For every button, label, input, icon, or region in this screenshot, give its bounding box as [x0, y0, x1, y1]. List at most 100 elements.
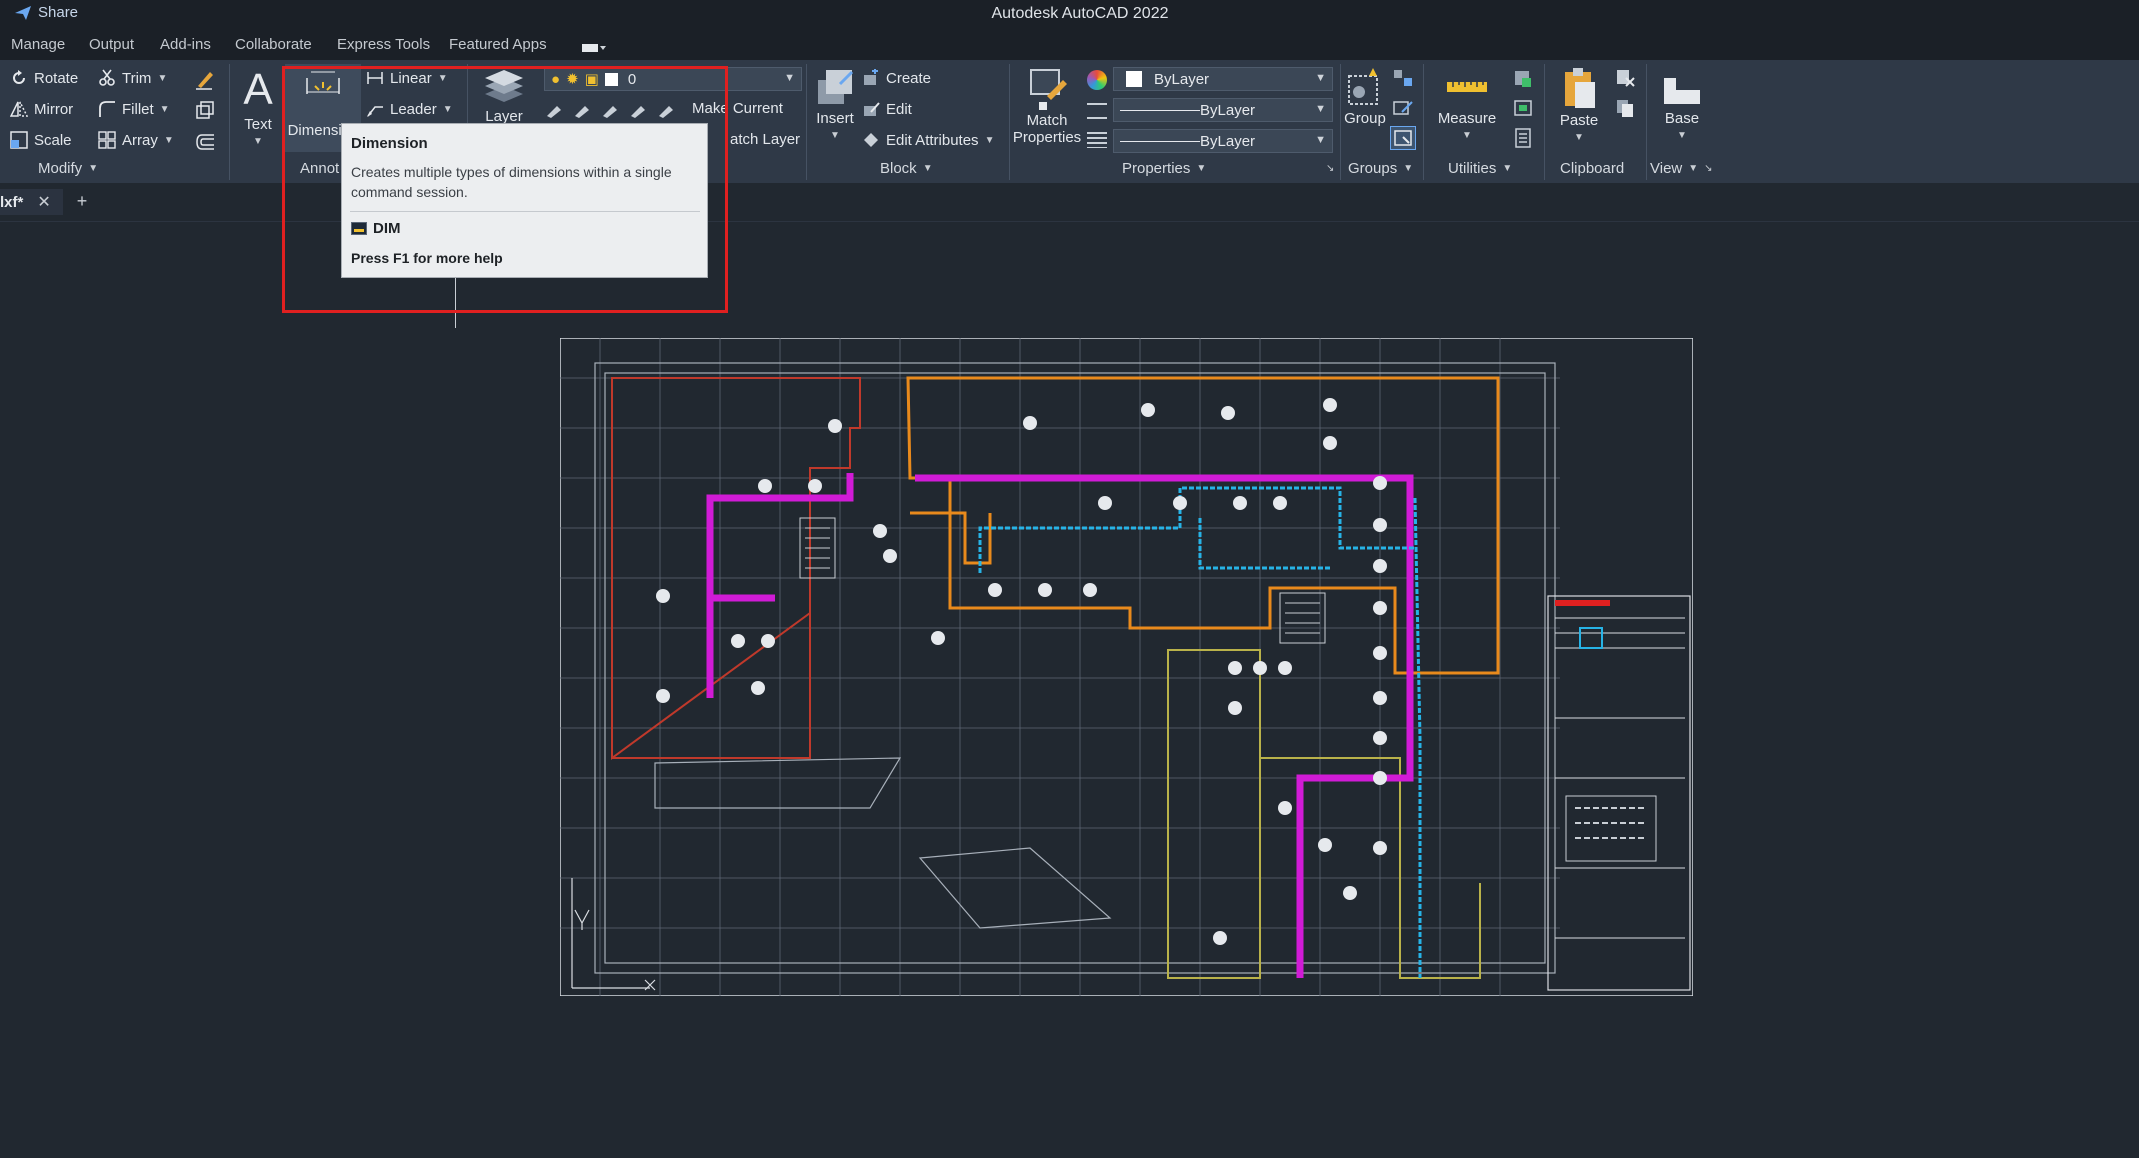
pencil-icon[interactable]	[194, 68, 216, 90]
edit-block-icon	[864, 102, 880, 116]
measure-dropdown-icon[interactable]: ▼	[1462, 127, 1472, 144]
match-properties-label-1: Match	[1026, 112, 1068, 129]
lineweight-preview	[1120, 140, 1200, 142]
mirror-label: Mirror	[34, 100, 74, 118]
tab-manage[interactable]: Manage	[11, 36, 65, 53]
color-swatch	[1126, 71, 1142, 87]
clipboard-panel-title[interactable]: Clipboard	[1560, 160, 1624, 177]
document-tab[interactable]: lxf* ✕	[0, 189, 63, 215]
panel-divider	[1423, 64, 1424, 180]
base-dropdown-icon[interactable]: ▼	[1677, 127, 1687, 144]
panel-divider	[1340, 64, 1341, 180]
mirror-button[interactable]: Mirror	[10, 100, 73, 118]
color-dropdown[interactable]: ByLayer ▼	[1113, 67, 1333, 91]
linetype-value: ByLayer	[1200, 101, 1256, 119]
tab-express-tools[interactable]: Express Tools	[337, 36, 430, 53]
modify-panel-title[interactable]: Modify ▼	[38, 160, 98, 177]
workspace-icon	[582, 44, 606, 52]
scale-icon	[10, 131, 28, 149]
create-label: Create	[886, 69, 932, 87]
view-launcher-icon[interactable]: ↘	[1704, 163, 1712, 174]
edit-block-button[interactable]: Edit	[862, 100, 912, 118]
view-panel-title[interactable]: View ▼ ↘	[1650, 160, 1713, 177]
cut-icon[interactable]	[1614, 68, 1636, 88]
tab-output[interactable]: Output	[89, 36, 134, 53]
array-label: Array	[122, 131, 158, 149]
edit-attributes-button[interactable]: Edit Attributes ▼	[862, 131, 994, 149]
text-label: Text	[244, 116, 272, 133]
group-edit-icon[interactable]	[1392, 98, 1414, 118]
title-bar: Share Autodesk AutoCAD 2022	[0, 0, 2139, 29]
fillet-dropdown-icon[interactable]: ▼	[160, 104, 170, 115]
tooltip-title: Dimension	[351, 135, 428, 152]
edit-attributes-label: Edit Attributes	[886, 131, 979, 149]
array-icon	[98, 131, 116, 149]
match-layer-button[interactable]: atch Layer	[730, 131, 800, 148]
share-button[interactable]: Share	[14, 4, 78, 21]
text-button[interactable]: A Text ▼	[240, 66, 276, 150]
base-view-button[interactable]: Base ▼	[1656, 66, 1708, 144]
tab-featured-apps[interactable]: Featured Apps	[449, 36, 547, 53]
id-point-icon[interactable]	[1512, 98, 1534, 118]
close-icon[interactable]: ✕	[37, 192, 50, 212]
new-tab-plus-icon[interactable]: +	[70, 191, 94, 213]
tooltip-description: Creates multiple types of dimensions wit…	[351, 164, 672, 200]
text-dropdown-icon[interactable]: ▼	[253, 133, 263, 150]
group-select-icon[interactable]	[1390, 126, 1416, 150]
tab-add-ins[interactable]: Add-ins	[160, 36, 211, 53]
scale-button[interactable]: Scale	[10, 131, 72, 149]
rotate-label: Rotate	[34, 69, 79, 87]
chevron-down-icon: ▼	[1502, 163, 1513, 174]
trim-button[interactable]: Trim ▼	[98, 69, 167, 87]
lineweight-dropdown[interactable]: ByLayer ▼	[1113, 129, 1333, 153]
chevron-down-icon: ▼	[1315, 134, 1326, 146]
create-block-icon	[864, 69, 878, 85]
array-button[interactable]: Array ▼	[98, 131, 174, 149]
group-label: Group	[1344, 110, 1386, 127]
calculator-icon[interactable]	[1514, 128, 1532, 148]
paste-dropdown-icon[interactable]: ▼	[1574, 129, 1584, 146]
panel-divider	[1544, 64, 1545, 180]
properties-launcher-icon[interactable]: ↘	[1326, 163, 1334, 174]
fillet-button[interactable]: Fillet ▼	[98, 100, 170, 118]
properties-panel-label: Properties	[1122, 160, 1191, 177]
copy-icon[interactable]	[194, 100, 216, 120]
scale-label: Scale	[34, 131, 72, 149]
workspace-dropdown[interactable]	[582, 41, 606, 53]
view-panel-label: View	[1650, 160, 1683, 177]
offset-icon[interactable]	[194, 132, 216, 152]
group-button[interactable]: Group	[1342, 66, 1388, 127]
ungroup-icon[interactable]	[1392, 68, 1414, 88]
insert-label: Insert	[816, 110, 854, 127]
tooltip-divider	[350, 211, 700, 212]
text-icon: A	[243, 66, 273, 110]
rotate-button[interactable]: Rotate	[10, 69, 78, 87]
insert-button[interactable]: Insert ▼	[810, 66, 860, 144]
chevron-down-icon: ▼	[1196, 163, 1207, 174]
yellow-zone	[1167, 649, 1481, 979]
array-dropdown-icon[interactable]: ▼	[164, 135, 174, 146]
copy-clip-icon[interactable]	[1614, 98, 1636, 118]
create-block-button[interactable]: Create	[862, 69, 931, 87]
block-panel-title[interactable]: Block ▼	[880, 160, 933, 177]
groups-panel-title[interactable]: Groups ▼	[1348, 160, 1413, 177]
color-wheel-icon	[1087, 70, 1107, 90]
lineweight-value: ByLayer	[1200, 132, 1256, 150]
properties-panel-title[interactable]: Properties ▼	[1122, 160, 1206, 177]
base-label: Base	[1664, 110, 1700, 127]
insert-dropdown-icon[interactable]: ▼	[830, 127, 840, 144]
tooltip-command-name: DIM	[373, 220, 401, 237]
trim-dropdown-icon[interactable]: ▼	[157, 73, 167, 84]
tooltip-help: Press F1 for more help	[351, 250, 503, 266]
paste-button[interactable]: Paste ▼	[1552, 66, 1606, 146]
measure-button[interactable]: Measure ▼	[1434, 66, 1500, 144]
match-properties-button[interactable]: Match Properties	[1012, 66, 1082, 146]
drawing-canvas[interactable]	[560, 338, 1693, 996]
linetype-dropdown[interactable]: ByLayer ▼	[1113, 98, 1333, 122]
match-properties-icon	[1030, 69, 1067, 110]
edit-attributes-dropdown-icon[interactable]: ▼	[985, 135, 995, 146]
tab-collaborate[interactable]: Collaborate	[235, 36, 312, 53]
quick-select-icon[interactable]	[1512, 68, 1534, 88]
utilities-panel-title[interactable]: Utilities ▼	[1448, 160, 1512, 177]
ruler-icon	[1447, 82, 1487, 92]
